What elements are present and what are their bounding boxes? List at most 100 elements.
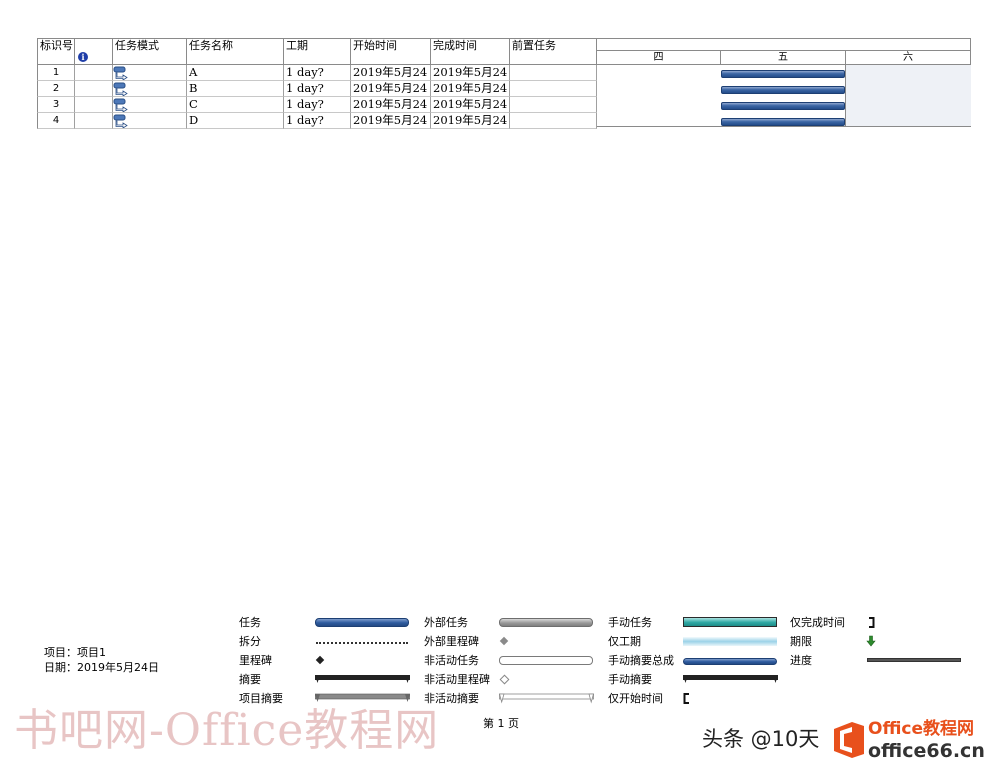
logo-line2: office66.cn bbox=[868, 740, 985, 762]
legend-progress-bar bbox=[867, 658, 961, 662]
legend-label-start-only: 仅开始时间 bbox=[608, 692, 663, 705]
page-number: 第 1 页 bbox=[483, 717, 519, 730]
legend-label-progress: 进度 bbox=[790, 654, 812, 667]
gantt-bar-task-d[interactable] bbox=[721, 118, 845, 126]
legend-manual-summary-rollup-bar bbox=[683, 658, 777, 665]
legend-label-external-milestone: 外部里程碑 bbox=[424, 635, 479, 648]
cell-mode[interactable] bbox=[113, 97, 187, 113]
task-table: 标识号 i 任务模式 任务名称 工期 开始时间 完成时间 前置任务 1 A 1 … bbox=[37, 38, 597, 129]
cell-finish[interactable]: 2019年5月24 bbox=[431, 113, 510, 129]
cell-duration[interactable]: 1 day? bbox=[284, 81, 351, 97]
legend-label-split: 拆分 bbox=[239, 635, 261, 648]
table-row[interactable]: 2 B 1 day? 2019年5月24 2019年5月24 bbox=[37, 81, 597, 97]
col-header-duration[interactable]: 工期 bbox=[284, 38, 351, 65]
legend-external-task-bar bbox=[499, 618, 593, 627]
office-logo-watermark: Office教程网 office66.cn bbox=[832, 713, 992, 769]
info-icon: i bbox=[78, 52, 88, 62]
cell-indicators[interactable] bbox=[75, 65, 113, 81]
auto-schedule-icon bbox=[113, 98, 128, 112]
cell-name[interactable]: D bbox=[187, 113, 284, 129]
cell-predecessors[interactable] bbox=[510, 113, 597, 129]
cell-mode[interactable] bbox=[113, 65, 187, 81]
cell-finish[interactable]: 2019年5月24 bbox=[431, 97, 510, 113]
col-header-mode[interactable]: 任务模式 bbox=[113, 38, 187, 65]
cell-id[interactable]: 3 bbox=[37, 97, 75, 113]
legend-label-finish-only: 仅完成时间 bbox=[790, 616, 845, 629]
cell-start[interactable]: 2019年5月24 bbox=[351, 81, 431, 97]
legend-summary-bar bbox=[315, 675, 410, 683]
cell-id[interactable]: 4 bbox=[37, 113, 75, 129]
legend-label-inactive-milestone: 非活动里程碑 bbox=[424, 673, 490, 686]
gantt-bar-task-b[interactable] bbox=[721, 86, 845, 94]
legend-inactive-task-bar bbox=[499, 656, 593, 665]
cell-predecessors[interactable] bbox=[510, 65, 597, 81]
legend-label-manual-summary: 手动摘要 bbox=[608, 673, 652, 686]
project-label: 项目：项目1 bbox=[44, 646, 106, 659]
table-row[interactable]: 3 C 1 day? 2019年5月24 2019年5月24 bbox=[37, 97, 597, 113]
table-row[interactable]: 4 D 1 day? 2019年5月24 2019年5月24 bbox=[37, 113, 597, 129]
legend-inactive-summary-bar bbox=[499, 693, 594, 704]
gantt-chart: 四 五 六 bbox=[597, 38, 971, 127]
cell-name[interactable]: A bbox=[187, 65, 284, 81]
auto-schedule-icon bbox=[113, 82, 128, 96]
col-header-name[interactable]: 任务名称 bbox=[187, 38, 284, 65]
legend-label-manual-task: 手动任务 bbox=[608, 616, 652, 629]
deadline-arrow-icon bbox=[866, 635, 876, 647]
cell-duration[interactable]: 1 day? bbox=[284, 65, 351, 81]
legend-external-milestone-diamond bbox=[499, 636, 509, 646]
logo-line1: Office教程网 bbox=[868, 719, 975, 739]
legend-milestone-diamond bbox=[315, 655, 325, 665]
date-label: 日期：2019年5月24日 bbox=[44, 661, 159, 674]
legend-task-bar bbox=[315, 618, 409, 627]
auto-schedule-icon bbox=[113, 114, 128, 128]
legend-label-duration-only: 仅工期 bbox=[608, 635, 641, 648]
cell-indicators[interactable] bbox=[75, 97, 113, 113]
watermark-text: 书吧网-Office教程网 bbox=[14, 705, 440, 756]
cell-duration[interactable]: 1 day? bbox=[284, 97, 351, 113]
legend-label-inactive-task: 非活动任务 bbox=[424, 654, 479, 667]
legend-label-summary: 摘要 bbox=[239, 673, 261, 686]
cell-finish[interactable]: 2019年5月24 bbox=[431, 81, 510, 97]
cell-finish[interactable]: 2019年5月24 bbox=[431, 65, 510, 81]
gantt-bar-task-a[interactable] bbox=[721, 70, 845, 78]
cell-name[interactable]: B bbox=[187, 81, 284, 97]
col-header-predecessors[interactable]: 前置任务 bbox=[510, 38, 597, 65]
col-header-id[interactable]: 标识号 bbox=[37, 38, 75, 65]
legend-manual-task-bar bbox=[683, 617, 777, 627]
cell-start[interactable]: 2019年5月24 bbox=[351, 65, 431, 81]
cell-id[interactable]: 1 bbox=[37, 65, 75, 81]
legend-label-task: 任务 bbox=[239, 616, 261, 629]
timescale-day-fri: 五 bbox=[721, 51, 846, 65]
col-header-start[interactable]: 开始时间 bbox=[351, 38, 431, 65]
office-logo-icon bbox=[834, 722, 864, 758]
auto-schedule-icon bbox=[113, 66, 128, 80]
timescale-day-sat: 六 bbox=[846, 51, 971, 65]
cell-indicators[interactable] bbox=[75, 81, 113, 97]
cell-duration[interactable]: 1 day? bbox=[284, 113, 351, 129]
legend-split-line bbox=[316, 642, 408, 644]
cell-predecessors[interactable] bbox=[510, 81, 597, 97]
legend-label-milestone: 里程碑 bbox=[239, 654, 272, 667]
cell-predecessors[interactable] bbox=[510, 97, 597, 113]
col-header-indicators[interactable]: i bbox=[75, 38, 113, 65]
cell-name[interactable]: C bbox=[187, 97, 284, 113]
gantt-bar-task-c[interactable] bbox=[721, 102, 845, 110]
legend-label-manual-summary-rollup: 手动摘要总成 bbox=[608, 654, 674, 667]
table-row[interactable]: 1 A 1 day? 2019年5月24 2019年5月24 bbox=[37, 65, 597, 81]
legend-manual-summary-bar bbox=[683, 675, 778, 683]
cell-start[interactable]: 2019年5月24 bbox=[351, 97, 431, 113]
cell-mode[interactable] bbox=[113, 81, 187, 97]
timescale-top-tier bbox=[597, 38, 971, 51]
legend-label-external-tasks: 外部任务 bbox=[424, 616, 468, 629]
col-header-finish[interactable]: 完成时间 bbox=[431, 38, 510, 65]
watermark-handle: 头条 @10天 bbox=[702, 727, 820, 751]
cell-start[interactable]: 2019年5月24 bbox=[351, 113, 431, 129]
legend-inactive-milestone-diamond bbox=[499, 674, 510, 685]
gantt-body-weekend bbox=[846, 65, 971, 127]
cell-mode[interactable] bbox=[113, 113, 187, 129]
cell-id[interactable]: 2 bbox=[37, 81, 75, 97]
timescale-day-thu: 四 bbox=[597, 51, 721, 65]
legend-start-only-bracket bbox=[683, 693, 689, 704]
legend-duration-only-bar bbox=[683, 637, 777, 646]
cell-indicators[interactable] bbox=[75, 113, 113, 129]
